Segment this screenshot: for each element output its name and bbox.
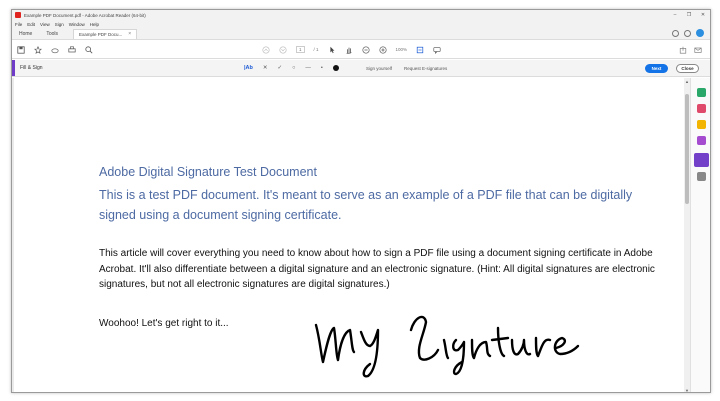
document-closing-line: Woohoo! Let's get right to it... xyxy=(99,318,229,329)
fill-sign-tool-icon[interactable] xyxy=(694,153,709,167)
upload-cloud-icon[interactable] xyxy=(51,46,59,54)
tab-bar: Home Tools Example PDF Docu... × xyxy=(12,28,710,40)
fill-sign-tools: |Ab ✕ ✓ ○ — • xyxy=(244,65,339,71)
bookmark-star-icon[interactable] xyxy=(34,45,42,54)
cross-mark-tool[interactable]: ✕ xyxy=(263,65,268,71)
fill-sign-toolbar: Fill & Sign |Ab ✕ ✓ ○ — • Sign yourself … xyxy=(12,60,710,77)
print-icon[interactable] xyxy=(68,45,76,54)
avatar[interactable] xyxy=(696,29,704,37)
circle-tool[interactable]: ○ xyxy=(292,65,295,71)
document-viewport[interactable]: Adobe Digital Signature Test Document Th… xyxy=(12,78,710,392)
zoom-out-icon[interactable] xyxy=(362,45,370,54)
tab-home[interactable]: Home xyxy=(12,29,39,39)
document-subtitle: This is a test PDF document. It's meant … xyxy=(99,188,633,222)
minimize-button[interactable]: – xyxy=(668,10,682,20)
notifications-icon[interactable] xyxy=(684,29,691,37)
document-title: Adobe Digital Signature Test Document xyxy=(99,165,317,179)
acrobat-window: Example PDF Document.pdf - Adobe Acrobat… xyxy=(11,9,711,393)
handwritten-signature[interactable] xyxy=(306,300,586,380)
window-controls: – ❐ ✕ xyxy=(668,10,710,20)
zoom-level-dropdown[interactable]: 100% xyxy=(396,47,408,52)
sign-yourself-button[interactable]: Sign yourself xyxy=(366,66,392,71)
page-number-input[interactable]: 1 xyxy=(296,46,305,53)
comment-tool-icon[interactable] xyxy=(697,120,706,129)
previous-page-icon[interactable] xyxy=(262,45,270,54)
menu-file[interactable]: File xyxy=(15,22,22,27)
zoom-in-icon[interactable] xyxy=(379,45,387,54)
fill-sign-accent xyxy=(12,60,15,76)
color-picker-icon[interactable] xyxy=(332,65,339,71)
title-bar: Example PDF Document.pdf - Adobe Acrobat… xyxy=(12,10,710,20)
checkmark-tool[interactable]: ✓ xyxy=(277,65,282,71)
close-tab-icon[interactable]: × xyxy=(128,30,131,39)
right-tools-panel xyxy=(690,78,710,392)
left-panel-handle[interactable] xyxy=(12,78,14,392)
scroll-thumb[interactable] xyxy=(685,94,689,204)
close-window-button[interactable]: ✕ xyxy=(696,10,710,20)
menu-help[interactable]: Help xyxy=(90,22,99,27)
acrobat-logo-icon xyxy=(15,12,21,18)
maximize-button[interactable]: ❐ xyxy=(682,10,696,20)
menu-edit[interactable]: Edit xyxy=(27,22,35,27)
more-tools-icon[interactable] xyxy=(697,172,706,181)
share-icon[interactable] xyxy=(679,46,687,54)
create-pdf-icon[interactable] xyxy=(697,104,706,113)
add-text-tool[interactable]: |Ab xyxy=(244,65,253,71)
line-tool[interactable]: — xyxy=(305,65,311,71)
tab-tools[interactable]: Tools xyxy=(39,29,65,39)
export-pdf-icon[interactable] xyxy=(697,88,706,97)
select-cursor-icon[interactable] xyxy=(328,46,336,54)
main-toolbar: 1 / 1 100% xyxy=(12,41,710,59)
account-area xyxy=(672,27,710,39)
fill-sign-title: Fill & Sign xyxy=(20,65,43,71)
page-total: / 1 xyxy=(313,47,319,52)
next-page-icon[interactable] xyxy=(279,45,287,54)
mail-icon[interactable] xyxy=(694,46,702,54)
menu-bar: File Edit View Sign Window Help xyxy=(12,20,710,28)
menu-view[interactable]: View xyxy=(40,22,50,27)
tab-document[interactable]: Example PDF Docu... × xyxy=(73,29,138,39)
tab-document-label: Example PDF Docu... xyxy=(79,32,123,37)
hand-tool-icon[interactable] xyxy=(345,46,353,54)
comment-icon[interactable] xyxy=(433,46,441,54)
request-esignatures-button[interactable]: Request E-signatures xyxy=(404,66,447,71)
search-icon[interactable] xyxy=(85,45,93,54)
dot-tool[interactable]: • xyxy=(321,65,323,71)
help-icon[interactable] xyxy=(672,29,679,37)
save-icon[interactable] xyxy=(17,45,25,54)
menu-window[interactable]: Window xyxy=(69,22,85,27)
fit-page-icon[interactable] xyxy=(416,46,424,54)
fill-sign-actions: Sign yourself Request E-signatures xyxy=(366,66,447,71)
window-title: Example PDF Document.pdf - Adobe Acrobat… xyxy=(24,12,146,18)
edit-pdf-icon[interactable] xyxy=(697,136,706,145)
document-body-paragraph: This article will cover everything you n… xyxy=(99,248,655,290)
menu-sign[interactable]: Sign xyxy=(55,22,64,27)
close-button[interactable]: Close xyxy=(676,64,699,73)
next-button[interactable]: Next xyxy=(645,64,668,73)
